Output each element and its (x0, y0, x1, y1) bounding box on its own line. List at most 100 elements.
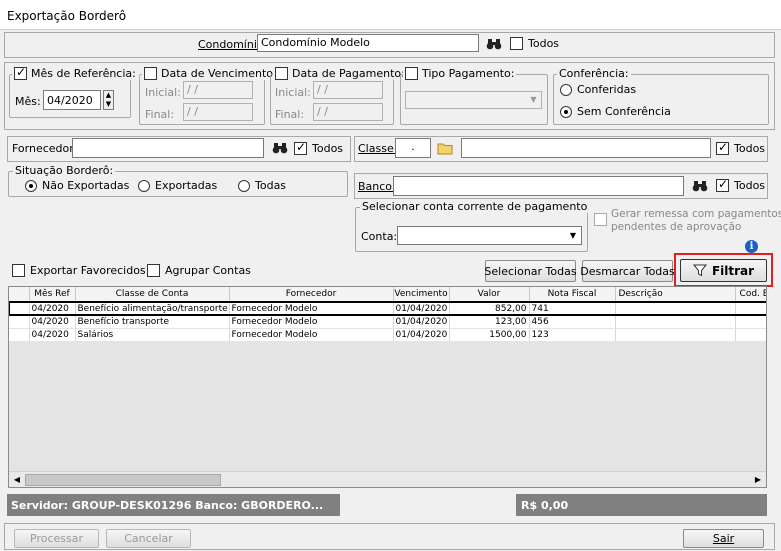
classe-folder-button[interactable] (435, 138, 455, 158)
scroll-right-icon[interactable]: ▶ (752, 474, 764, 486)
conta-pagamento-label: Selecionar conta corrente de pagamento (362, 200, 588, 213)
cancelar-button[interactable]: Cancelar (106, 529, 191, 548)
desmarcar-todas-button[interactable]: Desmarcar Todas (580, 260, 675, 282)
condominio-input[interactable]: Condomínio Modelo (257, 34, 479, 52)
scroll-left-icon[interactable]: ◀ (11, 474, 23, 486)
mes-referencia-checkbox[interactable] (14, 65, 27, 80)
condominio-search-button[interactable] (484, 34, 504, 54)
exportadas-label: Exportadas (155, 179, 218, 192)
conferencia-option-conferidas[interactable]: Conferidas (560, 83, 636, 96)
vencimento-inicial-input[interactable]: / / (183, 81, 253, 99)
nao-exportadas-label: Não Exportadas (42, 179, 130, 192)
fornecedor-todos-label: Todos (312, 142, 344, 155)
column-header-valor[interactable]: Valor (449, 287, 530, 303)
tipo-pagamento-select[interactable] (405, 91, 542, 109)
cell-descricao (615, 302, 736, 316)
cell-vencimento: 01/04/2020 (393, 328, 450, 342)
cell-cod-banco (735, 328, 766, 342)
row-selector[interactable] (9, 302, 30, 316)
cell-valor: 1500,00 (449, 328, 530, 342)
agrupar-contas[interactable]: Agrupar Contas (147, 264, 251, 277)
chevron-down-icon[interactable]: ▼ (527, 93, 540, 107)
banco-todos[interactable]: Todos (716, 177, 765, 192)
column-header-cod-banco[interactable]: Cod. Ba (735, 287, 766, 303)
fornecedor-todos[interactable]: Todos (294, 140, 344, 155)
fornecedor-label: Fornecedor: (12, 142, 78, 155)
exportar-favorecidos-checkbox[interactable] (12, 264, 25, 277)
classe-code-input[interactable]: . (395, 138, 431, 158)
conferencia-label: Conferência: (559, 67, 629, 80)
filtrar-button[interactable]: Filtrar (680, 259, 767, 282)
cell-classe: Benefício transporte (75, 315, 230, 329)
todas-radio[interactable] (238, 179, 250, 192)
situacao-option-exportadas[interactable]: Exportadas (138, 179, 217, 192)
mes-input[interactable]: 04/2020 (43, 90, 101, 110)
row-selector[interactable] (9, 328, 30, 342)
cell-mes: 04/2020 (29, 302, 76, 316)
sem-conferencia-radio[interactable] (560, 105, 572, 118)
processar-button[interactable]: Processar (14, 529, 99, 548)
table-header: Mês Ref Classe de Conta Fornecedor Venci… (9, 287, 766, 303)
pagamento-final-input[interactable]: / / (313, 103, 383, 121)
column-header-select[interactable] (9, 287, 30, 303)
banco-search-button[interactable] (690, 176, 710, 196)
tipo-pagamento-checkbox[interactable] (405, 67, 418, 80)
fornecedor-todos-checkbox[interactable] (294, 140, 307, 155)
classe-todos-label: Todos (734, 142, 766, 155)
cell-nota-fiscal: 741 (529, 302, 616, 316)
table-row[interactable]: 04/2020 Benefício alimentação/transporte… (9, 301, 766, 316)
cell-vencimento: 01/04/2020 (393, 302, 450, 316)
chevron-down-icon[interactable]: ▼ (566, 228, 580, 243)
condominio-todos[interactable]: Todos (510, 37, 559, 50)
pagamento-inicial-input[interactable]: / / (313, 81, 383, 99)
situacao-option-todas[interactable]: Todas (238, 179, 286, 192)
folder-icon (437, 143, 453, 154)
conferidas-radio[interactable] (560, 83, 572, 96)
column-header-descricao[interactable]: Descrição (615, 287, 736, 303)
spin-down-icon[interactable]: ▼ (104, 100, 113, 109)
nao-exportadas-radio[interactable] (25, 179, 37, 192)
condominio-todos-checkbox[interactable] (510, 37, 523, 50)
scrollbar-thumb[interactable] (25, 474, 221, 486)
banco-input[interactable] (393, 176, 684, 196)
classe-label: Classe: (358, 142, 398, 155)
column-header-nota-fiscal[interactable]: Nota Fiscal (529, 287, 616, 303)
conta-select[interactable] (397, 226, 582, 245)
selecionar-todas-button[interactable]: Selecionar Todas (484, 260, 577, 282)
classe-todos-checkbox[interactable] (716, 140, 729, 155)
binoculars-icon (272, 143, 288, 154)
column-header-fornecedor[interactable]: Fornecedor (229, 287, 394, 303)
sair-button[interactable]: Sair (683, 529, 764, 548)
table-row[interactable]: 04/2020 Salários Fornecedor Modelo 01/04… (9, 328, 766, 342)
window-title: Exportação Borderô (7, 9, 127, 23)
spin-up-icon[interactable]: ▲ (104, 91, 113, 100)
classe-input[interactable] (461, 138, 711, 158)
conferencia-option-sem-conferencia[interactable]: Sem Conferência (560, 105, 671, 118)
cell-cod-banco (735, 315, 766, 329)
banco-todos-checkbox[interactable] (716, 177, 729, 192)
classe-todos[interactable]: Todos (716, 140, 766, 155)
tipo-pagamento-label: Tipo Pagamento: (422, 67, 515, 80)
column-header-mes-ref[interactable]: Mês Ref (29, 287, 76, 303)
cell-fornecedor: Fornecedor Modelo (229, 315, 394, 329)
data-pagamento-checkbox[interactable] (275, 67, 288, 80)
agrupar-contas-checkbox[interactable] (147, 264, 160, 277)
horizontal-scrollbar[interactable]: ◀ ▶ (9, 471, 766, 487)
title-bar: Exportação Borderô (0, 0, 781, 30)
row-selector[interactable] (9, 315, 30, 329)
gerar-remessa-checkbox[interactable] (594, 213, 607, 226)
info-icon[interactable]: i (745, 240, 758, 253)
exportar-favorecidos[interactable]: Exportar Favorecidos (12, 264, 146, 277)
fornecedor-input[interactable] (72, 138, 264, 158)
column-header-classe[interactable]: Classe de Conta (75, 287, 230, 303)
vencimento-final-input[interactable]: / / (183, 103, 253, 121)
situacao-option-nao-exportadas[interactable]: Não Exportadas (25, 179, 129, 192)
data-vencimento-checkbox[interactable] (144, 67, 157, 80)
mes-spinner[interactable]: ▲ ▼ (103, 90, 114, 110)
column-header-vencimento[interactable]: Vencimento (393, 287, 450, 303)
fornecedor-search-button[interactable] (270, 138, 290, 158)
table-row[interactable]: 04/2020 Benefício transporte Fornecedor … (9, 315, 766, 329)
exportadas-radio[interactable] (138, 179, 150, 192)
cell-vencimento: 01/04/2020 (393, 315, 450, 329)
gerar-remessa-label-line2: pendentes de aprovação (611, 221, 742, 233)
